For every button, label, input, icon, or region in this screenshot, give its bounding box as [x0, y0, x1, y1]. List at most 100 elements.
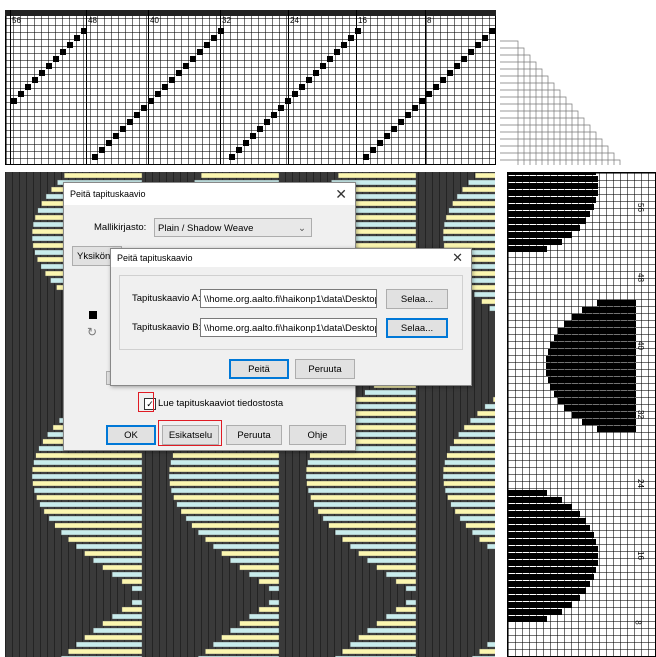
threading-mark — [46, 63, 52, 69]
threading-mark — [482, 35, 488, 41]
weft-float — [376, 564, 417, 571]
cover-ok-button[interactable]: Peitä — [229, 359, 289, 379]
tieup-b-label: Tapituskaavio B: — [132, 322, 202, 333]
browse-b-button[interactable]: Selaa... — [386, 318, 448, 338]
weft-float — [486, 641, 495, 648]
weft-float — [484, 403, 495, 410]
weft-float — [75, 543, 143, 550]
weft-float — [205, 648, 280, 655]
treadling-block — [508, 246, 547, 252]
threading-mark — [377, 140, 383, 146]
weft-float — [68, 648, 143, 655]
threading-grid[interactable] — [5, 10, 496, 165]
read-from-file-label: Lue tapituskaaviot tiedostosta — [158, 398, 284, 409]
treadling-block — [597, 300, 636, 306]
treadling-block — [508, 176, 598, 182]
cancel-button[interactable]: Peruuta — [226, 425, 282, 445]
threading-mark — [292, 91, 298, 97]
weft-float — [32, 466, 143, 473]
tieup-file-dialog: Peitä tapituskaavio ✕ Tapituskaavio A: \… — [110, 248, 472, 386]
weft-float — [131, 599, 143, 606]
weft-float — [169, 466, 280, 473]
treadling-block — [508, 609, 562, 615]
treadling-block — [572, 412, 636, 418]
threading-mark — [211, 35, 217, 41]
weft-float — [84, 550, 143, 557]
weft-float — [33, 459, 143, 466]
cover-cancel-button[interactable]: Peruuta — [295, 359, 355, 379]
weft-float — [48, 515, 143, 522]
library-select[interactable]: Plain / Shadow Weave ⌄ — [154, 218, 312, 237]
ruler-number: 16 — [358, 16, 367, 25]
weft-float — [248, 571, 280, 578]
weft-float — [385, 571, 417, 578]
ruler-number: 24 — [290, 16, 299, 25]
help-button[interactable]: Ohje — [289, 425, 346, 445]
weft-float — [450, 501, 495, 508]
weft-float — [176, 501, 280, 508]
weft-float — [102, 564, 143, 571]
tieup-line — [500, 152, 615, 165]
close-icon[interactable]: ✕ — [335, 183, 347, 205]
threading-mark — [25, 84, 31, 90]
treadling-block — [554, 335, 636, 341]
tieup-b-path-value: \\home.org.aalto.fi\haikonp1\data\Deskto… — [204, 323, 376, 334]
weft-float — [474, 291, 495, 298]
weft-float — [307, 459, 417, 466]
weft-float — [35, 452, 143, 459]
weft-float — [342, 648, 417, 655]
treadling-block — [508, 581, 590, 587]
weft-float — [230, 627, 280, 634]
threading-mark — [169, 77, 175, 83]
threading-mark — [313, 70, 319, 76]
weft-float — [239, 564, 280, 571]
treadling-block — [546, 363, 636, 369]
weft-float — [442, 473, 495, 480]
treadling-number: 56 — [635, 203, 645, 212]
weft-float — [486, 543, 495, 550]
treadling-block — [597, 426, 636, 432]
treadling-grid[interactable]: 56 48 40 32 24 16 8 — [507, 172, 656, 657]
warp-thread — [26, 172, 27, 657]
treadling-block — [508, 553, 598, 559]
browse-a-button[interactable]: Selaa... — [386, 289, 448, 309]
weft-float — [444, 459, 495, 466]
treadling-block — [558, 328, 636, 334]
weft-float — [61, 529, 143, 536]
treadling-block — [558, 398, 636, 404]
tieup-line — [500, 40, 519, 165]
tieup-a-path-value: \\home.org.aalto.fi\haikonp1\data\Deskto… — [204, 294, 376, 305]
threading-mark — [391, 126, 397, 132]
threading-mark — [398, 119, 404, 125]
close-icon[interactable]: ✕ — [452, 249, 463, 267]
threading-mark — [461, 56, 467, 62]
ok-button[interactable]: OK — [106, 425, 156, 445]
weft-float — [358, 634, 417, 641]
tieup-line — [500, 96, 567, 165]
weft-float — [443, 466, 495, 473]
tieup-a-path-input[interactable]: \\home.org.aalto.fi\haikonp1\data\Deskto… — [200, 289, 377, 308]
threading-mark — [74, 35, 80, 41]
weft-float — [462, 186, 495, 193]
treadling-number: 16 — [635, 551, 645, 560]
treadling-block — [508, 190, 598, 196]
threading-mark — [257, 126, 263, 132]
ruler-divider — [10, 10, 11, 165]
weft-float — [479, 648, 495, 655]
tieup-b-path-input[interactable]: \\home.org.aalto.fi\haikonp1\data\Deskto… — [200, 318, 377, 337]
weft-float — [93, 627, 143, 634]
warp-thread — [432, 172, 433, 657]
refresh-icon[interactable]: ↻ — [87, 325, 97, 339]
weft-float — [258, 578, 280, 585]
treadling-block — [508, 211, 590, 217]
threading-mark — [475, 42, 481, 48]
weft-float — [258, 606, 280, 613]
library-label: Mallikirjasto: — [94, 222, 147, 233]
treadling-block — [582, 307, 636, 313]
weft-float — [212, 543, 280, 550]
threading-mark — [176, 70, 182, 76]
weft-float — [43, 508, 143, 515]
treadling-number: 48 — [635, 273, 645, 282]
weft-float — [54, 522, 143, 529]
weft-float — [170, 459, 280, 466]
